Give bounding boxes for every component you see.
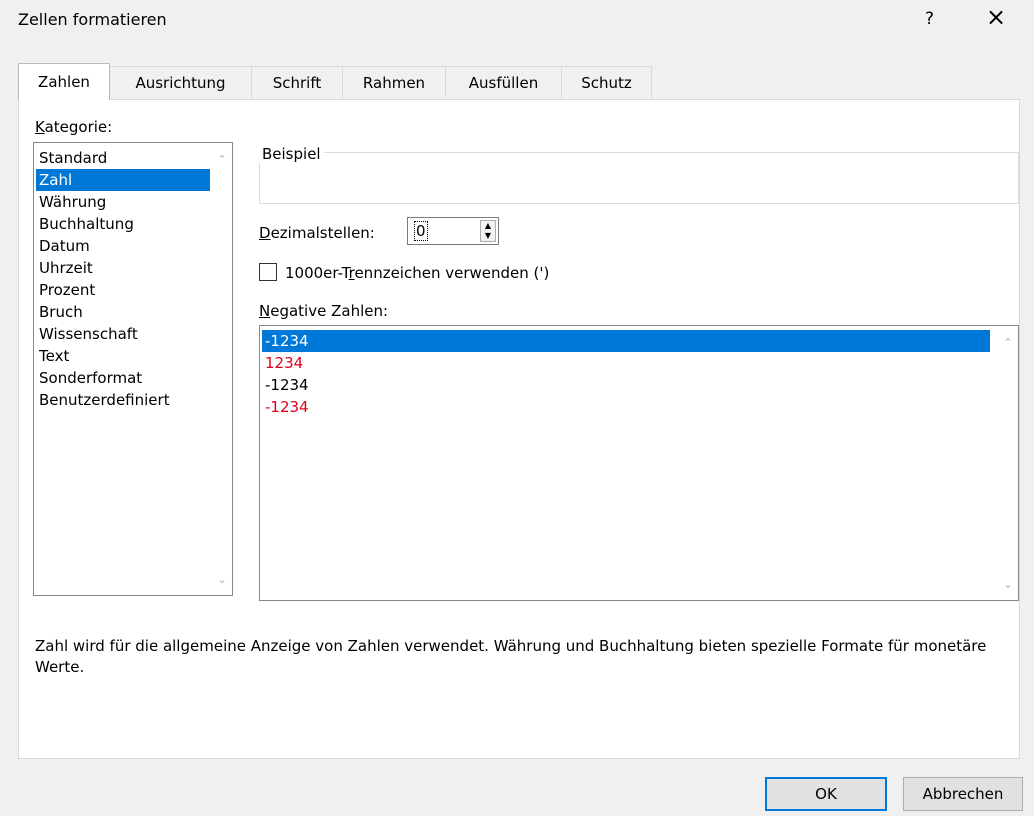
tab-ausrichtung[interactable]: Ausrichtung xyxy=(109,66,252,98)
negative-item[interactable]: -1234 xyxy=(262,330,990,352)
negative-numbers-listbox[interactable]: -1234 1234 -1234 -1234 ⌃ ⌄ xyxy=(259,325,1019,601)
negative-item[interactable]: -1234 xyxy=(262,396,990,418)
category-item-wissenschaft[interactable]: Wissenschaft xyxy=(36,323,210,345)
scroll-down-icon[interactable]: ⌄ xyxy=(1001,578,1015,592)
decimals-label: Dezimalstellen: xyxy=(259,224,375,242)
category-item-waehrung[interactable]: Währung xyxy=(36,191,210,213)
category-item-prozent[interactable]: Prozent xyxy=(36,279,210,301)
tab-schrift[interactable]: Schrift xyxy=(251,66,343,98)
title-bar: Zellen formatieren ? × xyxy=(0,0,1034,44)
stepper-down-icon[interactable]: ▼ xyxy=(481,231,495,241)
sample-groupbox xyxy=(259,152,1019,204)
negative-item[interactable]: -1234 xyxy=(262,374,990,396)
scroll-up-icon[interactable]: ⌃ xyxy=(1001,336,1015,350)
category-description: Zahl wird für die allgemeine Anzeige von… xyxy=(35,637,987,676)
tab-rahmen[interactable]: Rahmen xyxy=(342,66,446,98)
decimals-stepper[interactable]: 0 ▲ ▼ xyxy=(407,217,499,245)
category-item-buchhaltung[interactable]: Buchhaltung xyxy=(36,213,210,235)
scroll-down-icon[interactable]: ⌄ xyxy=(215,573,229,587)
stepper-buttons: ▲ ▼ xyxy=(480,220,496,242)
category-item-zahl[interactable]: Zahl xyxy=(36,169,210,191)
tab-schutz[interactable]: Schutz xyxy=(561,66,652,98)
category-listbox[interactable]: Standard Zahl Währung Buchhaltung Datum … xyxy=(33,142,233,596)
negative-item[interactable]: 1234 xyxy=(262,352,990,374)
category-item-sonderformat[interactable]: Sonderformat xyxy=(36,367,210,389)
scroll-up-icon[interactable]: ⌃ xyxy=(215,153,229,167)
help-button[interactable]: ? xyxy=(925,9,934,29)
stepper-up-icon[interactable]: ▲ xyxy=(481,221,495,231)
sample-title: Beispiel xyxy=(259,145,324,163)
decimals-value[interactable]: 0 xyxy=(414,221,428,241)
category-item-standard[interactable]: Standard xyxy=(36,147,210,169)
ok-button[interactable]: OK xyxy=(765,777,887,811)
thousands-separator-label[interactable]: 1000er-Trennzeichen verwenden (') xyxy=(285,264,549,282)
cancel-button[interactable]: Abbrechen xyxy=(903,777,1023,811)
tab-zahlen[interactable]: Zahlen xyxy=(18,63,110,100)
close-button[interactable]: × xyxy=(986,5,1006,29)
category-item-benutzerdefiniert[interactable]: Benutzerdefiniert xyxy=(36,389,210,411)
category-item-text[interactable]: Text xyxy=(36,345,210,367)
thousands-separator-checkbox[interactable] xyxy=(259,263,277,281)
tab-ausfuellen[interactable]: Ausfüllen xyxy=(445,66,562,98)
category-item-bruch[interactable]: Bruch xyxy=(36,301,210,323)
category-label: Kategorie: xyxy=(35,118,113,136)
category-item-datum[interactable]: Datum xyxy=(36,235,210,257)
dialog-title: Zellen formatieren xyxy=(18,10,167,29)
category-item-uhrzeit[interactable]: Uhrzeit xyxy=(36,257,210,279)
negative-numbers-label: Negative Zahlen: xyxy=(259,302,389,320)
tab-panel-zahlen: Kategorie: Standard Zahl Währung Buchhal… xyxy=(18,99,1020,759)
